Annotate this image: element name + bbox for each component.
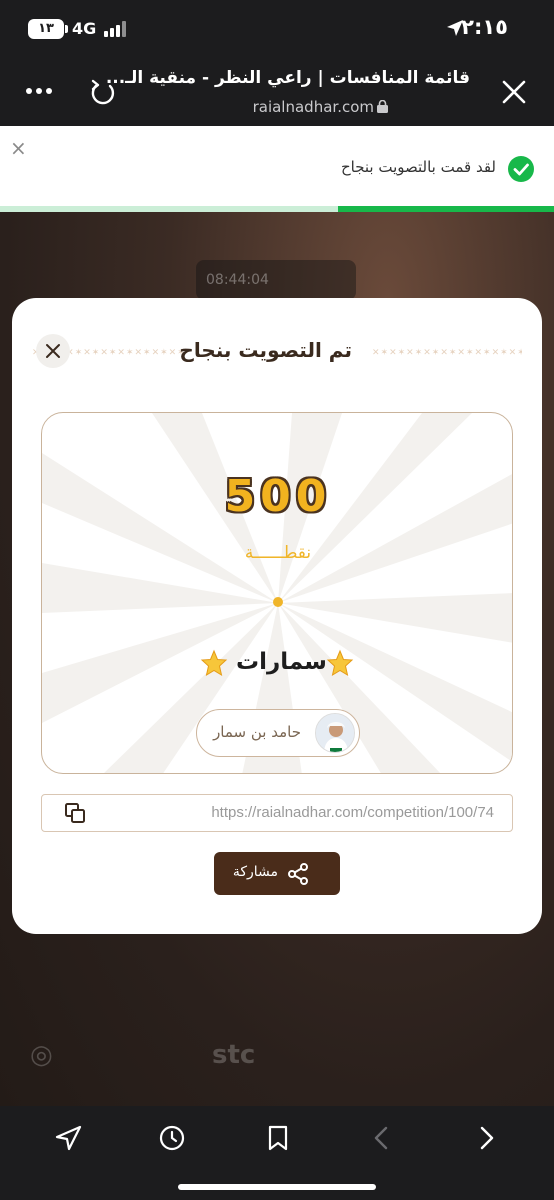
browser-toolbar: [0, 1106, 554, 1200]
nav-back-icon[interactable]: [370, 1124, 394, 1152]
browser-bar: قائمة المنافسات | راعي النظر - منقية الـ…: [0, 58, 554, 126]
battery-indicator: ١٣: [28, 19, 68, 39]
decorative-pattern-right: ✕✶✕✶✕✶✕✶✕✶✕✶✕✶✕✶✕✶: [372, 348, 522, 356]
lock-icon: [377, 100, 388, 113]
background-timer: 08:44:04: [196, 260, 356, 300]
whatsapp-logo: ◎: [30, 1040, 53, 1070]
star-icon: [200, 649, 228, 677]
vote-points: 500: [224, 471, 332, 522]
status-time: ٢:١٥: [461, 15, 508, 39]
location-share-icon[interactable]: [54, 1124, 82, 1152]
toast-message: لقد قمت بالتصويت بنجاح: [340, 158, 496, 176]
modal-close-button[interactable]: [36, 334, 70, 368]
close-icon: [46, 344, 60, 358]
success-toast: × لقد قمت بالتصويت بنجاح: [0, 126, 554, 212]
more-icon[interactable]: [26, 88, 52, 94]
share-icon: [288, 863, 308, 885]
modal-title: تم التصويت بنجاح: [179, 338, 352, 362]
check-icon: [508, 156, 534, 182]
network-type: 4G: [72, 19, 97, 38]
share-link-field[interactable]: https://raialnadhar.com/competition/100/…: [41, 794, 513, 832]
nav-forward-icon[interactable]: [474, 1124, 498, 1152]
copy-icon[interactable]: [64, 802, 86, 824]
toast-close-button[interactable]: ×: [10, 138, 27, 158]
entry-name: سمارات: [236, 649, 327, 675]
home-indicator: [178, 1184, 376, 1190]
owner-chip[interactable]: حامد بن سمار: [196, 709, 360, 757]
share-button[interactable]: مشاركة: [214, 852, 340, 895]
page-url[interactable]: raialnadhar.com: [253, 98, 374, 116]
separator-dot: [273, 597, 283, 607]
vote-result-card: 500 نقطــــــة سمارات حامد بن سمار: [41, 412, 513, 774]
close-icon[interactable]: [502, 80, 526, 104]
page-title: قائمة المنافسات | راعي النظر - منقية الـ…: [105, 68, 470, 88]
status-bar: ١٣ 4G ٢:١٥: [0, 0, 554, 58]
vote-success-modal: ✕✶✕✶✕✶✕✶✕✶✕✶✕✶✕✶✕✶ ✕✶✕✶✕✶✕✶✕✶✕✶✕✶✕✶✕✶ تم…: [12, 298, 542, 934]
share-link-text[interactable]: https://raialnadhar.com/competition/100/…: [211, 804, 494, 821]
stc-logo: stc: [212, 1040, 256, 1070]
bookmark-icon[interactable]: [266, 1124, 290, 1152]
share-button-label: مشاركة: [232, 864, 278, 880]
signal-icon: [104, 21, 126, 37]
history-icon[interactable]: [158, 1124, 186, 1152]
avatar-image: [316, 714, 354, 752]
owner-name: حامد بن سمار: [213, 723, 301, 741]
owner-avatar: [315, 713, 355, 753]
points-label: نقطــــــة: [244, 543, 312, 563]
entry-row: سمارات: [42, 645, 512, 685]
background-sponsor-logos: ◎ stc: [30, 1040, 530, 1090]
star-icon: [326, 649, 354, 677]
